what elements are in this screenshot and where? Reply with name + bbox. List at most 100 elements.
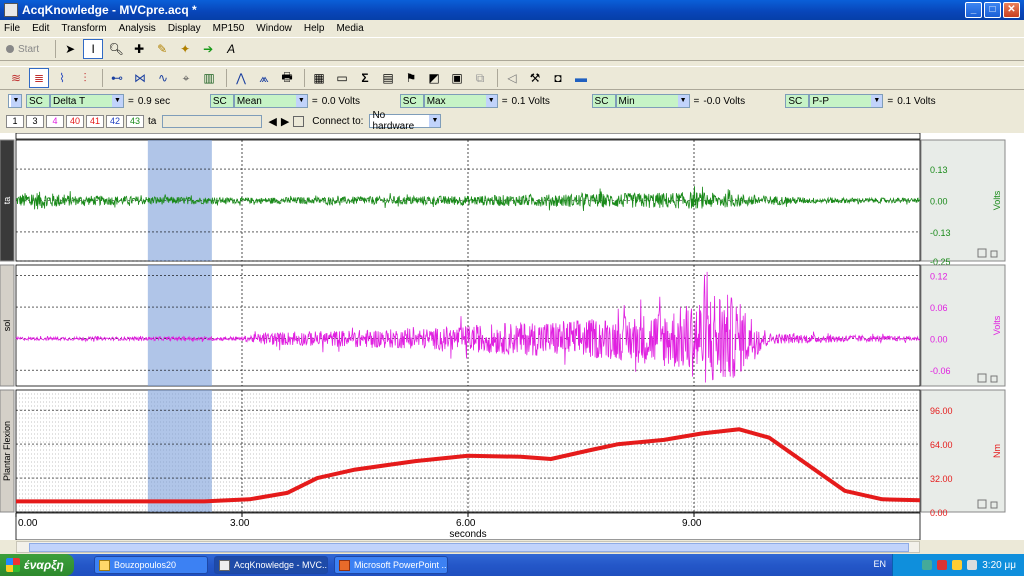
waveform-icon[interactable]: ∿: [153, 68, 173, 88]
menu-edit[interactable]: Edit: [32, 23, 49, 34]
menu-display[interactable]: Display: [168, 23, 201, 34]
meas4-channel[interactable]: SC: [591, 94, 616, 108]
ibeam-tool-icon[interactable]: I: [83, 39, 104, 59]
marker-tool-icon[interactable]: ✦: [175, 39, 195, 59]
camera-icon[interactable]: ◘: [548, 68, 568, 88]
tools-icon[interactable]: ⚒: [525, 68, 545, 88]
autoscale-icon[interactable]: ⋈: [130, 68, 150, 88]
prev-channel-icon[interactable]: ◀: [268, 115, 276, 128]
histogram-icon[interactable]: ⫶: [75, 68, 95, 88]
windows-start-button[interactable]: έναρξη: [0, 554, 74, 576]
maximize-button[interactable]: □: [984, 2, 1001, 18]
menu-bar: File Edit Transform Analysis Display MP1…: [0, 20, 1024, 36]
graph-window[interactable]: ta 0.13 0.00 -0.13 -0.25 Volts sol 0.12 0.06 0.00…: [0, 132, 1024, 541]
task-bouzopoulos[interactable]: Bouzopoulos20: [94, 556, 208, 574]
ruler-icon[interactable]: ▭: [332, 68, 352, 88]
connect-select[interactable]: No hardware ▼: [369, 110, 442, 132]
keyboard-icon[interactable]: ▤: [378, 68, 398, 88]
close-button[interactable]: ✕: [1003, 2, 1020, 18]
meas5-channel[interactable]: SC: [785, 94, 810, 108]
meas4-type[interactable]: Min ▼: [615, 94, 690, 108]
meas5-value: 0.1 Volts: [897, 95, 936, 107]
print-icon[interactable]: 🖶︎: [277, 68, 297, 88]
taskbar: έναρξη Bouzopoulos20 AcqKnowledge - MVC.…: [0, 554, 1024, 576]
channel-button-43[interactable]: 43: [126, 114, 144, 128]
channel-pane-1[interactable]: ta0.130.00-0.13-0.25Volts: [0, 139, 1006, 267]
channel-pane-2[interactable]: sol 0.12 0.06 0.00 -0.06 Volts: [0, 264, 1006, 387]
meas1-type[interactable]: Delta T ▼: [50, 94, 124, 108]
channel-label: Plantar Flexion: [2, 421, 12, 481]
copy-icon[interactable]: ⧉: [470, 68, 490, 88]
peak-icon[interactable]: ⋀: [231, 68, 251, 88]
meas2-type[interactable]: Mean ▼: [233, 94, 308, 108]
crosshair-tool-icon[interactable]: ✚: [129, 39, 149, 59]
scrollbar-thumb[interactable]: [29, 543, 909, 552]
overlay-icon[interactable]: ⌖: [176, 68, 196, 88]
channel-button-42[interactable]: 42: [106, 114, 124, 128]
update-icon[interactable]: [952, 560, 963, 570]
channel-button-1[interactable]: 1: [6, 114, 24, 128]
flag-icon[interactable]: ⚑: [401, 68, 421, 88]
journal-icon[interactable]: ▣: [447, 68, 467, 88]
app-icon: [4, 3, 18, 17]
channel-bar: 1 3 4 40 41 42 43 ta ◀ ▶ Connect to: No …: [0, 110, 1024, 132]
task-acqknowledge[interactable]: AcqKnowledge - MVC...: [214, 556, 328, 574]
zoom-tool-icon[interactable]: 🔍︎: [106, 39, 126, 59]
meas3-channel[interactable]: SC: [399, 94, 424, 108]
network-icon[interactable]: [922, 560, 933, 570]
menu-help[interactable]: Help: [304, 23, 325, 34]
units-label: Nm: [992, 444, 1002, 458]
menu-window[interactable]: Window: [256, 23, 292, 34]
toolbar-main: Start ➤ I 🔍︎ ✚ ✎ ✦ ➔ A: [0, 37, 1024, 61]
text-tool-icon[interactable]: A: [221, 39, 241, 59]
start-menu-label: έναρξη: [24, 558, 64, 572]
window-title: AcqKnowledge - MVCpre.acq *: [22, 3, 197, 17]
xy-icon[interactable]: ⌇: [52, 68, 72, 88]
go-arrow-icon[interactable]: ➔: [198, 39, 218, 59]
channel-button-4[interactable]: 4: [46, 114, 64, 128]
split-icon[interactable]: ≣: [29, 68, 49, 88]
minimize-button[interactable]: _: [965, 2, 982, 18]
measurement-menu-icon[interactable]: ▼: [8, 94, 22, 108]
channel-button-3[interactable]: 3: [26, 114, 44, 128]
meas2-channel[interactable]: SC: [209, 94, 234, 108]
meas5-type[interactable]: P-P ▼: [809, 94, 884, 108]
next-channel-icon[interactable]: ▶: [281, 115, 289, 128]
value-tick-label: -0.13: [930, 228, 951, 238]
language-indicator[interactable]: EN: [873, 559, 886, 569]
meas1-channel[interactable]: SC: [26, 94, 50, 108]
toolbar-display: ≋ ≣ ⌇ ⫶ ⊷ ⋈ ∿ ⌖ ▥ ⋀ ⩕ 🖶︎ ▦ ▭ Σ ▤ ⚑ ◩ ▣ ⧉…: [0, 66, 1024, 90]
security-icon[interactable]: [937, 560, 948, 570]
menu-media[interactable]: Media: [336, 23, 363, 34]
compress-icon[interactable]: ▥: [199, 68, 219, 88]
start-button[interactable]: Start: [6, 44, 39, 55]
arrow-tool-icon[interactable]: ➤: [60, 39, 80, 59]
task-powerpoint[interactable]: Microsoft PowerPoint ...: [334, 556, 448, 574]
measurement-bar: ▼ SC Delta T ▼ = 0.9 sec SC Mean ▼ = 0.0 Vol…: [0, 92, 1024, 110]
monitor-icon[interactable]: ▬: [571, 68, 591, 88]
scale-icon[interactable]: ⊷: [107, 68, 127, 88]
meas3-type[interactable]: Max ▼: [423, 94, 498, 108]
rewind-icon[interactable]: ◁: [502, 68, 522, 88]
edit-icon[interactable]: ◩: [424, 68, 444, 88]
peak-fill-icon[interactable]: ⩕: [254, 68, 274, 88]
meas4-value: -0.0 Volts: [703, 95, 746, 107]
menu-mp150[interactable]: MP150: [213, 23, 245, 34]
channel-button-40[interactable]: 40: [66, 114, 84, 128]
grid-icon[interactable]: ▦: [309, 68, 329, 88]
graph-svg[interactable]: ta0.130.00-0.13-0.25Voltssol0.120.060.00…: [0, 132, 1024, 541]
channel-button-41[interactable]: 41: [86, 114, 104, 128]
pencil-tool-icon[interactable]: ✎: [152, 39, 172, 59]
value-tick-label: 96.00: [930, 406, 953, 416]
channel-label: sol: [2, 320, 12, 332]
overlap-icon[interactable]: ≋: [6, 68, 26, 88]
channel-info-icon[interactable]: [293, 115, 305, 127]
menu-transform[interactable]: Transform: [61, 23, 106, 34]
horizontal-scrollbar[interactable]: [16, 541, 920, 553]
channel-label-field[interactable]: [162, 114, 263, 128]
volume-icon[interactable]: [967, 560, 978, 570]
menu-analysis[interactable]: Analysis: [119, 23, 156, 34]
channel-pane-3[interactable]: Plantar Flexion 96.00 64.00 32.00 0.00 Nm: [0, 389, 1006, 518]
sum-icon[interactable]: Σ: [355, 68, 375, 88]
menu-file[interactable]: File: [4, 23, 20, 34]
